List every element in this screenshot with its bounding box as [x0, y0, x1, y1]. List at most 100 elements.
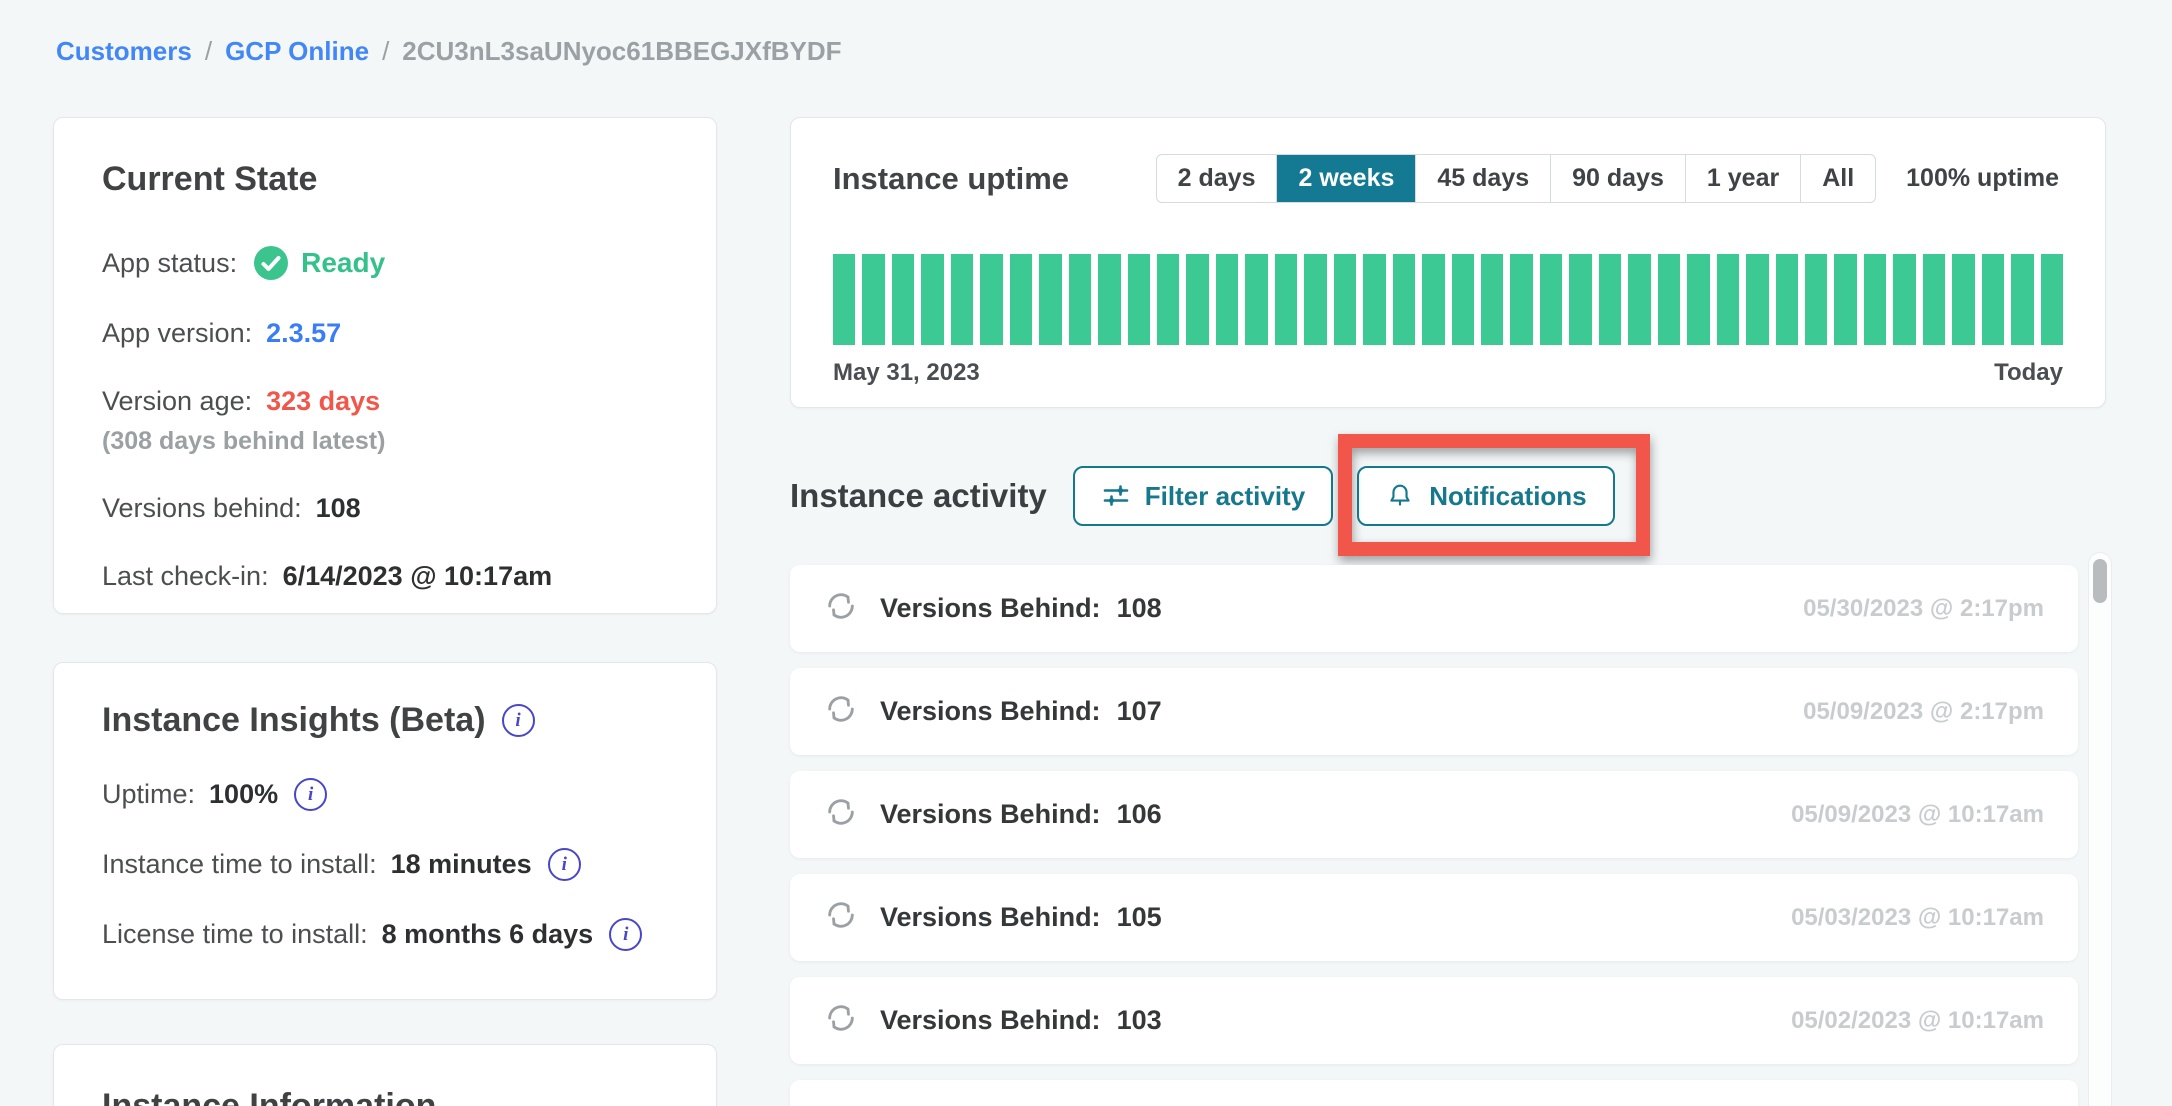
uptime-card-header: Instance uptime 2 days 2 weeks 45 days 9…: [791, 118, 2105, 203]
uptime-bar[interactable]: [1010, 254, 1032, 345]
instance-information-card: Instance Information: [53, 1044, 717, 1106]
activity-row-value: 106: [1117, 799, 1162, 830]
last-checkin-value: 6/14/2023 @ 10:17am: [283, 561, 553, 592]
uptime-label: Uptime:: [102, 779, 195, 810]
license-install-label: License time to install:: [102, 919, 368, 950]
uptime-bar[interactable]: [1452, 254, 1474, 345]
uptime-bar-chart: [833, 254, 2063, 345]
filter-sliders-icon: [1101, 481, 1131, 511]
uptime-bar[interactable]: [1363, 254, 1385, 345]
uptime-range-button[interactable]: 2 days: [1157, 155, 1277, 202]
current-state-card: Current State App status: Ready App vers…: [53, 117, 717, 614]
uptime-bar[interactable]: [1422, 254, 1444, 345]
uptime-bar[interactable]: [1098, 254, 1120, 345]
uptime-range-button[interactable]: 90 days: [1550, 155, 1685, 202]
instance-insights-title-text: Instance Insights (Beta): [102, 701, 486, 740]
uptime-bar[interactable]: [1245, 254, 1267, 345]
refresh-icon: [824, 1001, 858, 1040]
current-state-title: Current State: [102, 160, 668, 199]
activity-row-timestamp: 05/09/2023 @ 2:17pm: [1803, 698, 2044, 726]
instance-activity-header: Instance activity Filter activity Notifi…: [790, 465, 2106, 527]
uptime-bar[interactable]: [1157, 254, 1179, 345]
notifications-button[interactable]: Notifications: [1357, 466, 1614, 526]
activity-row-label: Versions Behind:: [880, 799, 1101, 830]
uptime-range-button[interactable]: 2 weeks: [1276, 155, 1415, 202]
uptime-bar[interactable]: [1952, 254, 1974, 345]
uptime-bar[interactable]: [1746, 254, 1768, 345]
activity-row: Versions Behind: 108 05/30/2023 @ 2:17pm: [790, 565, 2078, 652]
uptime-bar[interactable]: [1481, 254, 1503, 345]
activity-row: Versions Behind: 106 05/09/2023 @ 10:17a…: [790, 771, 2078, 858]
uptime-range-group: 2 days 2 weeks 45 days 90 days 1 year Al…: [1156, 154, 1877, 203]
uptime-bar[interactable]: [2011, 254, 2033, 345]
instance-activity-title: Instance activity: [790, 477, 1047, 515]
uptime-bar[interactable]: [1982, 254, 2004, 345]
uptime-bar[interactable]: [1864, 254, 1886, 345]
uptime-bar[interactable]: [921, 254, 943, 345]
uptime-range-button[interactable]: All: [1800, 155, 1875, 202]
app-version-value[interactable]: 2.3.57: [266, 318, 341, 349]
uptime-bar[interactable]: [833, 254, 855, 345]
uptime-bar[interactable]: [1216, 254, 1238, 345]
uptime-range-button[interactable]: 1 year: [1685, 155, 1800, 202]
uptime-bar[interactable]: [1805, 254, 1827, 345]
uptime-bar[interactable]: [1569, 254, 1591, 345]
activity-row-label: Versions Behind:: [880, 1005, 1101, 1036]
uptime-card-title: Instance uptime: [833, 161, 1069, 197]
uptime-bar[interactable]: [1039, 254, 1061, 345]
uptime-bar[interactable]: [1687, 254, 1709, 345]
activity-row: Versions Behind: 103 05/02/2023 @ 10:17a…: [790, 977, 2078, 1064]
uptime-bar[interactable]: [1393, 254, 1415, 345]
uptime-bar[interactable]: [1923, 254, 1945, 345]
activity-row-timestamp: 05/02/2023 @ 10:17am: [1791, 1007, 2044, 1035]
uptime-bar[interactable]: [1834, 254, 1856, 345]
uptime-bar[interactable]: [1128, 254, 1150, 345]
license-install-value: 8 months 6 days: [382, 919, 594, 950]
activity-scrollbar-thumb[interactable]: [2093, 559, 2107, 603]
last-checkin-label: Last check-in:: [102, 561, 269, 592]
last-checkin-row: Last check-in: 6/14/2023 @ 10:17am: [102, 561, 668, 592]
instance-install-value: 18 minutes: [391, 849, 532, 880]
uptime-bar[interactable]: [980, 254, 1002, 345]
refresh-icon: [824, 589, 858, 628]
uptime-bar[interactable]: [1510, 254, 1532, 345]
activity-row-value: 108: [1117, 593, 1162, 624]
info-icon[interactable]: i: [548, 848, 581, 881]
instance-information-title: Instance Information: [102, 1087, 668, 1106]
filter-activity-button[interactable]: Filter activity: [1073, 466, 1333, 526]
version-age-row: Version age: 323 days: [102, 386, 668, 417]
uptime-bar[interactable]: [1275, 254, 1297, 345]
uptime-range-button[interactable]: 45 days: [1415, 155, 1550, 202]
uptime-bar[interactable]: [951, 254, 973, 345]
uptime-bar[interactable]: [1334, 254, 1356, 345]
breadcrumb-app-link[interactable]: GCP Online: [225, 36, 369, 67]
uptime-bar[interactable]: [1628, 254, 1650, 345]
uptime-bar[interactable]: [1893, 254, 1915, 345]
info-icon[interactable]: i: [502, 704, 535, 737]
uptime-bar[interactable]: [862, 254, 884, 345]
activity-row-label: Versions Behind:: [880, 902, 1101, 933]
bell-icon: [1385, 481, 1415, 511]
instance-detail-page: Customers / GCP Online / 2CU3nL3saUNyoc6…: [0, 0, 2172, 1106]
activity-row-partial: [790, 1080, 2078, 1106]
activity-row-label: Versions Behind:: [880, 696, 1101, 727]
uptime-bar[interactable]: [1658, 254, 1680, 345]
uptime-bar[interactable]: [1304, 254, 1326, 345]
breadcrumb-separator: /: [205, 36, 212, 67]
info-icon[interactable]: i: [609, 918, 642, 951]
uptime-bar[interactable]: [892, 254, 914, 345]
uptime-bar[interactable]: [1599, 254, 1621, 345]
info-icon[interactable]: i: [294, 778, 327, 811]
activity-row-value: 107: [1117, 696, 1162, 727]
breadcrumb-customers-link[interactable]: Customers: [56, 36, 192, 67]
activity-scrollbar-track[interactable]: [2088, 552, 2112, 1106]
version-age-note: (308 days behind latest): [102, 427, 668, 456]
uptime-start-label: May 31, 2023: [833, 359, 980, 387]
uptime-bar[interactable]: [1069, 254, 1091, 345]
uptime-bar[interactable]: [1776, 254, 1798, 345]
uptime-bar[interactable]: [1540, 254, 1562, 345]
uptime-bar[interactable]: [2041, 254, 2063, 345]
uptime-bar[interactable]: [1186, 254, 1208, 345]
uptime-bar[interactable]: [1717, 254, 1739, 345]
activity-row-timestamp: 05/03/2023 @ 10:17am: [1791, 904, 2044, 932]
